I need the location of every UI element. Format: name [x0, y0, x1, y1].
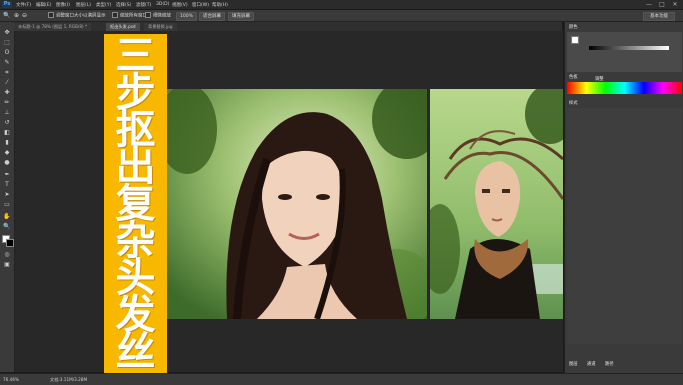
styles-panel-tab[interactable]: 样式 — [569, 100, 578, 106]
stamp-tool-icon[interactable]: ⊥ — [2, 108, 12, 117]
menu-help[interactable]: 帮助(H) — [212, 2, 228, 8]
color-panel — [567, 32, 682, 72]
fit-screen-button[interactable]: 适合屏幕 — [199, 12, 225, 21]
menu-filter[interactable]: 滤镜(T) — [136, 2, 151, 8]
menu-image[interactable]: 图像(I) — [56, 2, 70, 8]
resize-windows-checkbox[interactable] — [48, 12, 54, 18]
crop-tool-icon[interactable]: ⌗ — [2, 68, 12, 77]
menu-3d[interactable]: 3D(D) — [156, 2, 169, 7]
options-bar: 🔍 ⊕ ⊖ 调整窗口大小以满屏显示 缩放所有窗口 细微缩放 100% 适合屏幕 … — [0, 10, 683, 22]
screen-mode-icon[interactable]: ▣ — [2, 260, 12, 269]
title-banner: 三 步 抠 出 复 杂 头 发 丝 — [104, 34, 167, 374]
eraser-tool-icon[interactable]: ◧ — [2, 128, 12, 137]
menu-select[interactable]: 选择(S) — [116, 2, 131, 8]
right-panels: 颜色 色板 调整 样式 图层 通道 路径 — [564, 22, 683, 373]
tools-panel: ✥ ⬚ ʘ ✎ ⌗ ⁄ ✚ ✏ ⊥ ↺ ◧ ▮ ◆ ● ✒ T ➤ ▭ ✋ 🔍 … — [0, 22, 15, 372]
menu-file[interactable]: 文件(F) — [16, 2, 31, 8]
scrubby-zoom-option[interactable]: 细微缩放 — [145, 12, 171, 19]
tab-untitled[interactable]: 未标题-1 @ 78% (图层 1, RGB/8) * — [14, 23, 92, 31]
document-tab-bar: 未标题-1 @ 78% (图层 1, RGB/8) * 抠出头发.psd 背景替… — [14, 22, 562, 31]
layers-panel-tab[interactable]: 图层 — [569, 361, 578, 367]
paths-panel-tab[interactable]: 路径 — [605, 361, 614, 367]
fg-color-chip[interactable] — [571, 36, 579, 44]
resize-windows-option[interactable]: 调整窗口大小以满屏显示 — [48, 12, 106, 19]
scrubby-zoom-label: 细微缩放 — [153, 13, 171, 19]
hand-tool-icon[interactable]: ✋ — [2, 212, 12, 221]
layers-panel — [567, 108, 682, 344]
color-panel-tab[interactable]: 颜色 — [569, 24, 578, 30]
brush-tool-icon[interactable]: ✏ — [2, 98, 12, 107]
tab-extract-hair[interactable]: 抠出头发.psd — [106, 23, 140, 31]
background-color-swatch[interactable] — [6, 239, 14, 247]
menu-bar: Ps 文件(F) 编辑(E) 图像(I) 图层(L) 类型(Y) 选择(S) 滤… — [0, 0, 683, 10]
path-select-icon[interactable]: ➤ — [2, 190, 12, 199]
marquee-tool-icon[interactable]: ⬚ — [2, 38, 12, 47]
move-tool-icon[interactable]: ✥ — [2, 28, 12, 37]
adjust-panel-tab[interactable]: 调整 — [595, 76, 604, 82]
close-icon[interactable]: ✕ — [669, 1, 681, 8]
zoom-icon[interactable]: 🔍 — [3, 12, 10, 19]
channels-panel-tab[interactable]: 通道 — [587, 361, 596, 367]
healing-tool-icon[interactable]: ✚ — [2, 88, 12, 97]
portrait-image-right — [430, 89, 563, 319]
color-slider[interactable] — [589, 46, 669, 50]
maximize-icon[interactable]: □ — [656, 1, 668, 8]
zoom-all-label: 缩放所有窗口 — [120, 13, 147, 19]
minimize-icon[interactable]: — — [643, 1, 655, 8]
dodge-tool-icon[interactable]: ● — [2, 158, 12, 167]
portrait-image-left — [167, 89, 427, 319]
shape-tool-icon[interactable]: ▭ — [2, 200, 12, 209]
zoom-tool-icon[interactable]: 🔍 — [2, 222, 12, 231]
lasso-tool-icon[interactable]: ʘ — [2, 48, 12, 57]
fill-screen-button[interactable]: 填充屏幕 — [228, 12, 254, 21]
photoshop-logo: Ps — [2, 1, 12, 8]
status-bar: 76.46% 文档:3.11M/3.28M — [0, 373, 683, 385]
history-brush-icon[interactable]: ↺ — [2, 118, 12, 127]
color-spectrum[interactable] — [567, 82, 682, 94]
menu-layer[interactable]: 图层(L) — [76, 2, 91, 8]
zoom-level[interactable]: 76.46% — [3, 376, 19, 383]
blur-tool-icon[interactable]: ◆ — [2, 148, 12, 157]
gradient-tool-icon[interactable]: ▮ — [2, 138, 12, 147]
quick-mask-icon[interactable]: ◎ — [2, 250, 12, 259]
workspace-select[interactable]: 基本功能 — [643, 12, 675, 21]
percent-100-button[interactable]: 100% — [176, 12, 197, 21]
scrubby-zoom-checkbox[interactable] — [145, 12, 151, 18]
title-char: 丝 — [115, 329, 156, 375]
zoom-all-checkbox[interactable] — [112, 12, 118, 18]
menu-view[interactable]: 视图(V) — [172, 2, 188, 8]
zoom-in-icon[interactable]: ⊕ — [14, 12, 19, 19]
menu-type[interactable]: 类型(Y) — [96, 2, 111, 8]
tab-background-replace[interactable]: 背景替换.jpg — [144, 23, 177, 31]
type-tool-icon[interactable]: T — [2, 180, 12, 189]
resize-windows-label: 调整窗口大小以满屏显示 — [56, 13, 106, 19]
document-size[interactable]: 文档:3.11M/3.28M — [50, 376, 87, 383]
quick-select-tool-icon[interactable]: ✎ — [2, 58, 12, 67]
pen-tool-icon[interactable]: ✒ — [2, 170, 12, 179]
zoom-out-icon[interactable]: ⊖ — [22, 12, 27, 19]
swatches-panel-tab[interactable]: 色板 — [569, 74, 578, 80]
eyedropper-tool-icon[interactable]: ⁄ — [2, 78, 12, 87]
menu-window[interactable]: 窗口(W) — [192, 2, 209, 8]
zoom-all-option[interactable]: 缩放所有窗口 — [112, 12, 147, 19]
menu-edit[interactable]: 编辑(E) — [36, 2, 51, 8]
